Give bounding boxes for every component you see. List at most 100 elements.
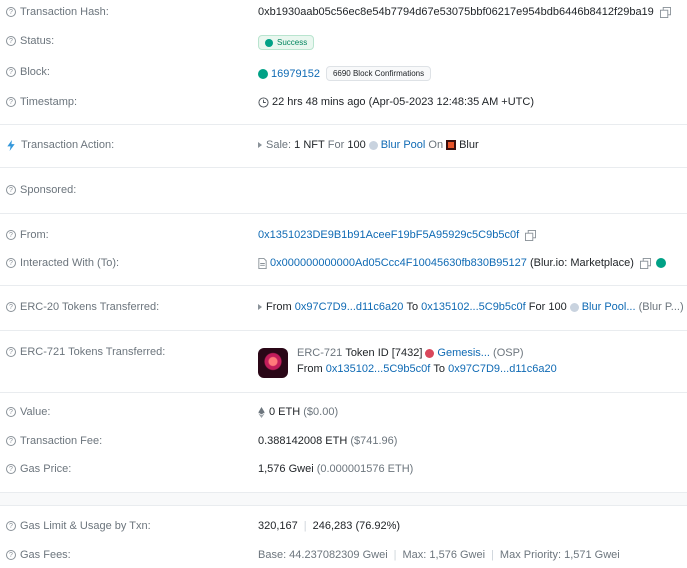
question-circle-icon[interactable]: ? bbox=[6, 258, 16, 268]
row-timestamp: ? Timestamp: 22 hrs 48 mins ago (Apr-05-… bbox=[0, 96, 687, 112]
timestamp-label: Timestamp: bbox=[20, 96, 78, 108]
block-number-link[interactable]: 16979152 bbox=[271, 68, 320, 80]
erc20-for-word: For bbox=[528, 301, 546, 313]
action-for: For bbox=[327, 139, 345, 151]
question-circle-icon[interactable]: ? bbox=[6, 407, 16, 417]
question-circle-icon[interactable]: ? bbox=[6, 230, 16, 240]
interacted-label: Interacted With (To): bbox=[20, 257, 120, 269]
gas-price-value-wrap: 1,576 Gwei (0.000001576 ETH) bbox=[258, 463, 413, 475]
copy-icon[interactable] bbox=[659, 6, 671, 18]
row-erc721: ? ERC-721 Tokens Transferred: ERC-721 To… bbox=[0, 346, 687, 386]
gas-fees-value-wrap: Base: 44.237082309 Gwei | Max: 1,576 Gwe… bbox=[258, 549, 620, 561]
question-circle-icon[interactable]: ? bbox=[6, 347, 16, 357]
divider bbox=[0, 392, 687, 393]
status-badge: Success bbox=[258, 35, 315, 50]
block-label-wrap: ? Block: bbox=[6, 66, 50, 78]
gas-fees-label: Gas Fees: bbox=[20, 549, 71, 561]
question-circle-icon[interactable]: ? bbox=[6, 550, 16, 560]
erc20-to-word: To bbox=[406, 301, 419, 313]
row-gas-limit: ? Gas Limit & Usage by Txn: 320,167 | 24… bbox=[0, 520, 687, 536]
value-label-wrap: ? Value: bbox=[6, 406, 50, 418]
interacted-value-wrap: 0x000000000000Ad05Ccc4F10045630fb830B951… bbox=[258, 257, 666, 269]
timestamp-value: 22 hrs 48 mins ago (Apr-05-2023 12:48:35… bbox=[272, 96, 534, 108]
divider bbox=[0, 213, 687, 214]
play-triangle-icon bbox=[258, 304, 262, 310]
verified-icon bbox=[655, 258, 666, 268]
from-label: From: bbox=[20, 229, 49, 241]
erc20-from-word: From bbox=[266, 301, 292, 313]
divider bbox=[0, 124, 687, 125]
value-label: Value: bbox=[20, 406, 51, 418]
separator-bar: | bbox=[393, 549, 397, 561]
nft-thumbnail[interactable] bbox=[258, 348, 288, 378]
row-transaction-action: Transaction Action: Sale: 1 NFT For 100 … bbox=[0, 139, 687, 155]
erc20-amount: 100 bbox=[548, 301, 567, 313]
fee-eth: 0.388142008 ETH bbox=[258, 435, 348, 447]
fee-label: Transaction Fee: bbox=[20, 435, 103, 447]
gas-limit-value: 320,167 bbox=[258, 520, 298, 532]
erc20-value-wrap: From 0x97C7D9...d11c6a20 To 0x135102...5… bbox=[258, 301, 684, 313]
question-circle-icon[interactable]: ? bbox=[6, 36, 16, 46]
action-pool-link[interactable]: Blur Pool bbox=[381, 139, 426, 151]
question-circle-icon[interactable]: ? bbox=[6, 97, 16, 107]
erc721-label-wrap: ? ERC-721 Tokens Transferred: bbox=[6, 346, 165, 358]
erc721-to-link[interactable]: 0x97C7D9...d11c6a20 bbox=[448, 363, 557, 375]
question-circle-icon[interactable]: ? bbox=[6, 464, 16, 474]
erc20-to-link[interactable]: 0x135102...5C9b5c0f bbox=[421, 301, 526, 313]
row-value: ? Value: 0 ETH ($0.00) bbox=[0, 406, 687, 422]
erc721-collection-link[interactable]: Gemesis... bbox=[437, 347, 490, 359]
interacted-name: (Blur.io: Marketplace) bbox=[529, 257, 634, 269]
gas-price-label: Gas Price: bbox=[20, 463, 72, 475]
action-label-wrap: Transaction Action: bbox=[6, 139, 114, 151]
erc721-symbol: (OSP) bbox=[493, 347, 524, 359]
separator-bar: | bbox=[491, 549, 494, 561]
gemesis-icon bbox=[425, 348, 435, 358]
question-circle-icon[interactable]: ? bbox=[6, 67, 16, 77]
gas-limit-label-wrap: ? Gas Limit & Usage by Txn: bbox=[6, 520, 151, 532]
question-circle-icon[interactable]: ? bbox=[6, 302, 16, 312]
blur-logo-icon bbox=[446, 140, 457, 150]
status-label: Status: bbox=[20, 35, 55, 47]
gas-fees-base: Base: 44.237082309 Gwei bbox=[258, 549, 388, 561]
value-value-wrap: 0 ETH ($0.00) bbox=[258, 406, 338, 418]
question-circle-icon[interactable]: ? bbox=[6, 436, 16, 446]
question-circle-icon[interactable]: ? bbox=[6, 185, 16, 195]
copy-icon[interactable] bbox=[639, 257, 651, 269]
row-gas-fees: ? Gas Fees: Base: 44.237082309 Gwei | Ma… bbox=[0, 549, 687, 565]
action-nft: NFT bbox=[303, 139, 325, 151]
status-label-wrap: ? Status: bbox=[6, 35, 54, 47]
erc721-to-word: To bbox=[433, 363, 446, 375]
fee-label-wrap: ? Transaction Fee: bbox=[6, 435, 102, 447]
interacted-label-wrap: ? Interacted With (To): bbox=[6, 257, 119, 269]
row-sponsored: ? Sponsored: bbox=[0, 184, 687, 200]
row-interacted-with: ? Interacted With (To): 0x000000000000Ad… bbox=[0, 257, 687, 273]
row-transaction-fee: ? Transaction Fee: 0.388142008 ETH ($741… bbox=[0, 435, 687, 451]
gas-limit-value-wrap: 320,167 | 246,283 (76.92%) bbox=[258, 520, 400, 532]
erc721-line1: ERC-721 Token ID [7432] Gemesis... (OSP) bbox=[297, 347, 524, 359]
from-address-link[interactable]: 0x1351023DE9B1b91AceeF19bF5A95929c5C9b5c… bbox=[258, 229, 519, 241]
status-value-wrap: Success bbox=[258, 35, 315, 50]
action-value-wrap: Sale: 1 NFT For 100 Blur Pool On Blur bbox=[258, 139, 479, 151]
check-circle-icon bbox=[265, 38, 273, 47]
separator-bar: | bbox=[303, 520, 307, 532]
erc721-line2: From 0x135102...5C9b5c0f To 0x97C7D9...d… bbox=[297, 363, 557, 375]
erc20-token-symbol: (Blur P...) bbox=[638, 301, 684, 313]
question-circle-icon[interactable]: ? bbox=[6, 521, 16, 531]
interacted-address-link[interactable]: 0x000000000000Ad05Ccc4F10045630fb830B951… bbox=[270, 257, 527, 269]
question-circle-icon[interactable]: ? bbox=[6, 7, 16, 17]
sponsored-label-wrap: ? Sponsored: bbox=[6, 184, 76, 196]
divider bbox=[0, 285, 687, 286]
tx-hash-label: Transaction Hash: bbox=[20, 6, 109, 18]
section-separator bbox=[0, 492, 687, 506]
fee-value-wrap: 0.388142008 ETH ($741.96) bbox=[258, 435, 397, 447]
divider bbox=[0, 167, 687, 168]
check-circle-icon bbox=[258, 68, 268, 79]
tx-hash-value[interactable]: 0xb1930aab05c56ec8e54b7794d67e53075bbf06… bbox=[258, 6, 654, 18]
erc721-from-word: From bbox=[297, 363, 323, 375]
timestamp-label-wrap: ? Timestamp: bbox=[6, 96, 77, 108]
erc721-from-link[interactable]: 0x135102...5C9b5c0f bbox=[326, 363, 431, 375]
copy-icon[interactable] bbox=[525, 229, 537, 241]
erc20-token-link[interactable]: Blur Pool... bbox=[582, 301, 636, 313]
erc721-token-id[interactable]: [7432] bbox=[392, 347, 423, 359]
erc20-from-link[interactable]: 0x97C7D9...d11c6a20 bbox=[295, 301, 404, 313]
